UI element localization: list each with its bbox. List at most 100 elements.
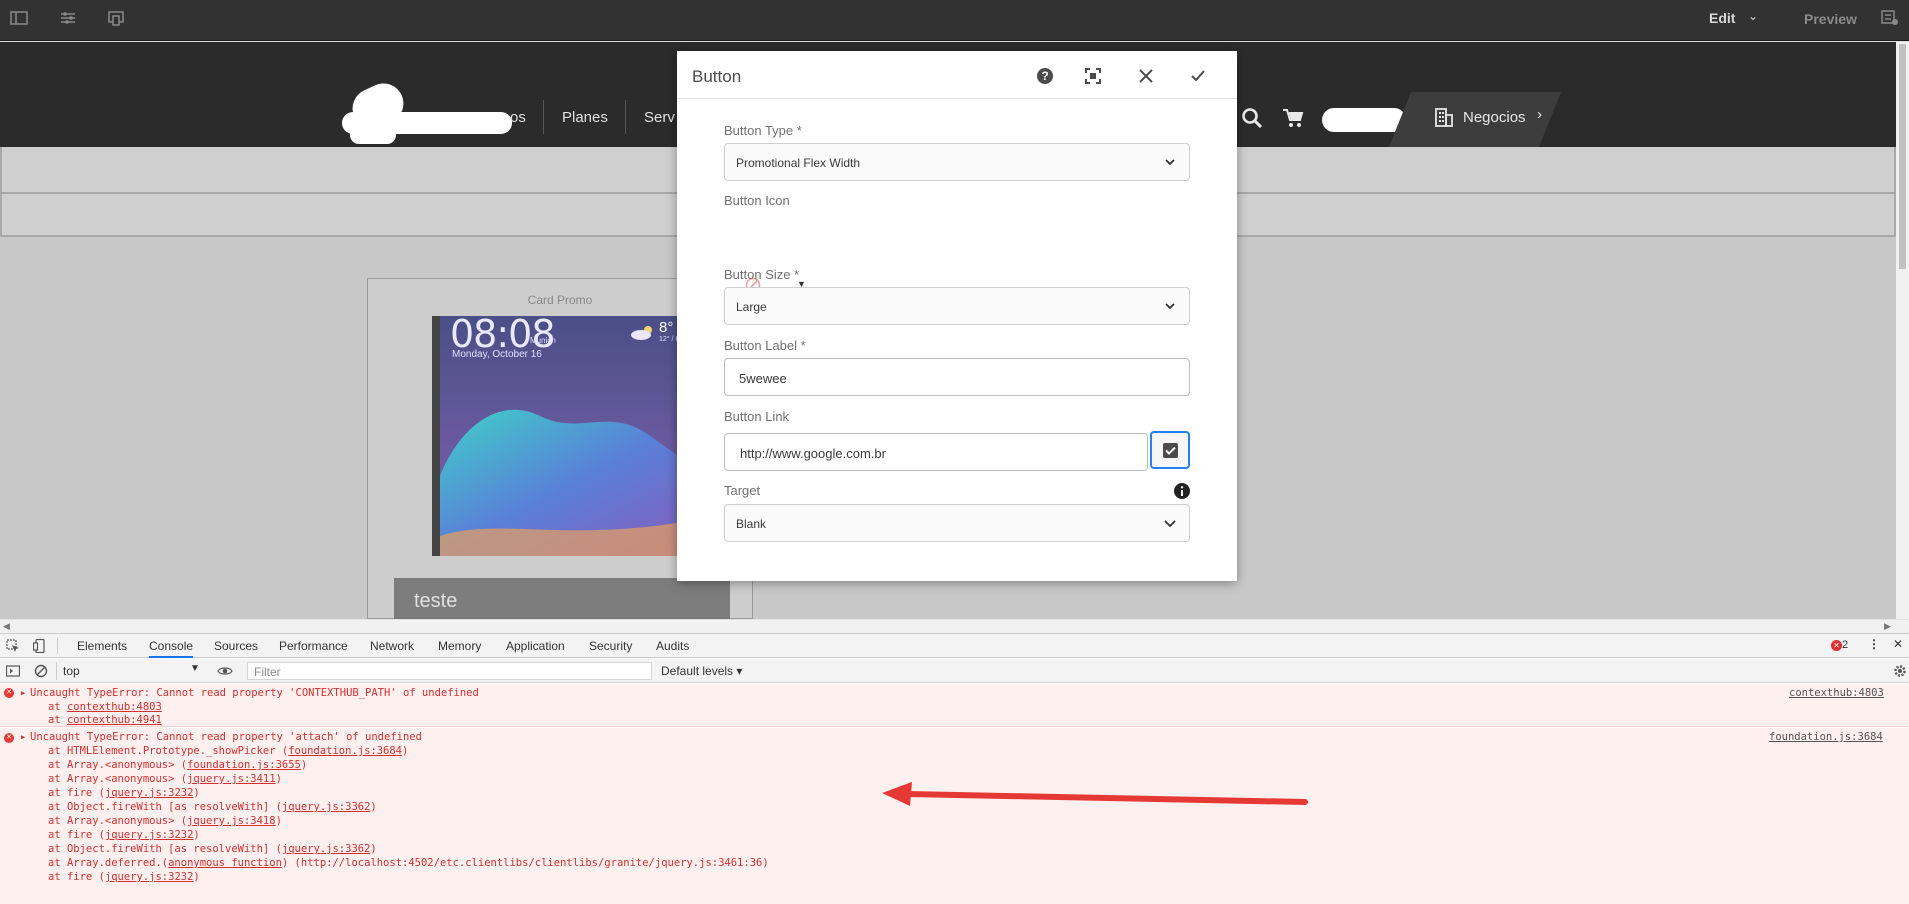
stack-frame: at fire (jquery.js:3232) xyxy=(48,871,200,883)
context-select[interactable]: top xyxy=(63,664,80,678)
button-type-select[interactable]: Promotional Flex Width xyxy=(724,143,1190,181)
context-caret-icon[interactable]: ▼ xyxy=(190,663,200,674)
stack-frame-link[interactable]: contexthub:4803 xyxy=(67,701,162,713)
toolbar-divider xyxy=(56,662,57,680)
tab-application[interactable]: Application xyxy=(506,639,565,653)
cloud-icon xyxy=(630,324,656,345)
stack-frame-prefix: at Object.fireWith [as resolveWith] ( xyxy=(48,843,282,855)
stack-frame-link[interactable]: jquery.js:3411 xyxy=(187,773,276,785)
stack-frame-link[interactable]: jquery.js:3362 xyxy=(282,843,371,855)
stack-frame-suffix: ) xyxy=(370,801,377,813)
tab-console[interactable]: Console xyxy=(149,639,194,658)
stack-frame-suffix: ) xyxy=(370,843,377,855)
vertical-scrollbar[interactable] xyxy=(1896,42,1909,619)
tab-sources[interactable]: Sources xyxy=(214,639,258,653)
stack-frame-prefix: at Array.<anonymous> ( xyxy=(48,773,188,785)
expand-triangle-icon[interactable]: ▸ xyxy=(20,731,26,743)
nav-item[interactable]: Serv xyxy=(644,109,675,126)
open-in-new-window-checkbox[interactable] xyxy=(1150,431,1190,469)
console-toolbar: top ▼ Filter Default levels ▾ xyxy=(0,659,1909,683)
fullscreen-icon[interactable] xyxy=(1083,66,1103,86)
live-expression-eye-icon[interactable] xyxy=(217,664,233,678)
device-toolbar-icon[interactable] xyxy=(33,639,47,653)
annotation-arrow-icon xyxy=(882,782,1308,806)
console-error-message[interactable]: ✕ ▸ Uncaught TypeError: Cannot read prop… xyxy=(0,728,1909,904)
stack-frame-link[interactable]: anonymous function xyxy=(168,857,282,869)
console-settings-gear-icon[interactable] xyxy=(1893,664,1907,678)
scrollbar-thumb[interactable] xyxy=(1899,44,1906,269)
stack-frame-link[interactable]: foundation.js:3684 xyxy=(288,745,402,757)
checkmark-icon xyxy=(1163,443,1178,458)
stack-frame-link[interactable]: jquery.js:3232 xyxy=(105,871,194,883)
search-icon[interactable] xyxy=(1241,107,1263,134)
stack-frame-link[interactable]: foundation.js:3655 xyxy=(187,759,301,771)
console-error-message[interactable]: ✕ ▸ Uncaught TypeError: Cannot read prop… xyxy=(0,684,1909,727)
stack-frame-prefix: at xyxy=(48,701,67,713)
emulator-icon[interactable] xyxy=(107,10,125,26)
stack-frame-prefix: at xyxy=(48,714,67,726)
console-filter-input[interactable]: Filter xyxy=(247,662,652,680)
chevron-down-icon[interactable]: ⌄ xyxy=(1748,9,1758,23)
sidebar-toggle-icon[interactable] xyxy=(6,664,20,678)
error-source-link[interactable]: foundation.js:3684 xyxy=(1769,731,1883,743)
button-link-label: Button Link xyxy=(724,409,790,424)
tab-security[interactable]: Security xyxy=(589,639,632,653)
stack-frame-link[interactable]: contexthub:4941 xyxy=(67,714,162,726)
properties-icon[interactable] xyxy=(59,10,77,26)
tab-memory[interactable]: Memory xyxy=(438,639,481,653)
stack-frame: at fire (jquery.js:3232) xyxy=(48,787,200,799)
scroll-right-icon[interactable]: ▶ xyxy=(1884,621,1891,632)
target-label: Target xyxy=(724,483,761,498)
horizontal-scrollbar[interactable]: ◀ ▶ xyxy=(0,619,1909,633)
stack-frame-prefix: at fire ( xyxy=(48,829,105,841)
done-icon[interactable] xyxy=(1188,66,1208,86)
tab-elements[interactable]: Elements xyxy=(77,639,127,653)
stack-frame-link[interactable]: jquery.js:3232 xyxy=(105,829,194,841)
close-icon[interactable] xyxy=(1136,66,1156,86)
stack-frame-suffix: ) xyxy=(300,759,308,771)
stack-frame-link[interactable]: jquery.js:3418 xyxy=(187,815,276,827)
close-devtools-icon[interactable]: ✕ xyxy=(1893,637,1903,651)
svg-text:?: ? xyxy=(1041,69,1048,83)
error-text: Uncaught TypeError: Cannot read property… xyxy=(30,687,479,699)
help-icon[interactable]: ? xyxy=(1035,66,1055,86)
target-select[interactable]: Blank xyxy=(724,504,1190,542)
button-link-input[interactable]: http://www.google.com.br xyxy=(724,433,1148,471)
info-icon[interactable] xyxy=(1173,482,1191,500)
error-count[interactable]: 2 xyxy=(1842,639,1848,651)
stack-frame-link[interactable]: jquery.js:3362 xyxy=(282,801,371,813)
tab-audits[interactable]: Audits xyxy=(656,639,689,653)
button-size-select[interactable]: Large xyxy=(724,287,1190,325)
nav-item[interactable]: os xyxy=(510,109,526,126)
tab-performance[interactable]: Performance xyxy=(279,639,348,653)
log-levels-select[interactable]: Default levels ▾ xyxy=(661,664,742,678)
target-value: Blank xyxy=(736,517,767,531)
stack-frame-link[interactable]: jquery.js:3232 xyxy=(105,787,194,799)
preview-mode-button[interactable]: Preview xyxy=(1804,11,1857,27)
button-label-input[interactable]: 5wewee xyxy=(724,358,1190,396)
cart-icon[interactable] xyxy=(1282,107,1304,134)
side-panel-icon[interactable] xyxy=(10,10,28,26)
clear-console-icon[interactable] xyxy=(34,664,48,678)
button-icon-label: Button Icon xyxy=(724,193,790,208)
dialog-header: Button ? xyxy=(677,51,1237,99)
stack-frame-prefix: at Array.deferred.( xyxy=(48,857,169,869)
negocios-link[interactable]: Negocios xyxy=(1463,109,1526,126)
edit-mode-button[interactable]: Edit xyxy=(1709,10,1735,26)
tab-network[interactable]: Network xyxy=(370,639,414,653)
scroll-left-icon[interactable]: ◀ xyxy=(3,621,10,632)
filter-placeholder: Filter xyxy=(254,665,281,679)
more-options-icon[interactable]: ⋮ xyxy=(1868,637,1880,651)
stack-frame-prefix: at Array.<anonymous> ( xyxy=(48,759,188,771)
expand-triangle-icon[interactable]: ▸ xyxy=(20,687,26,699)
stack-frame-suffix: ) xyxy=(402,745,409,757)
annotations-icon[interactable] xyxy=(1881,10,1899,26)
inspect-element-icon[interactable] xyxy=(6,639,20,653)
error-source-link[interactable]: contexthub:4803 xyxy=(1789,687,1884,699)
nav-item-planes[interactable]: Planes xyxy=(562,109,608,126)
stack-frame: at Array.<anonymous> (jquery.js:3418) xyxy=(48,815,282,827)
error-icon: ✕ xyxy=(4,688,14,698)
stack-frame-suffix: ) xyxy=(193,871,200,883)
stack-frame-suffix: ) xyxy=(275,773,282,785)
stack-frame-prefix: at HTMLElement.Prototype._showPicker ( xyxy=(48,745,289,757)
